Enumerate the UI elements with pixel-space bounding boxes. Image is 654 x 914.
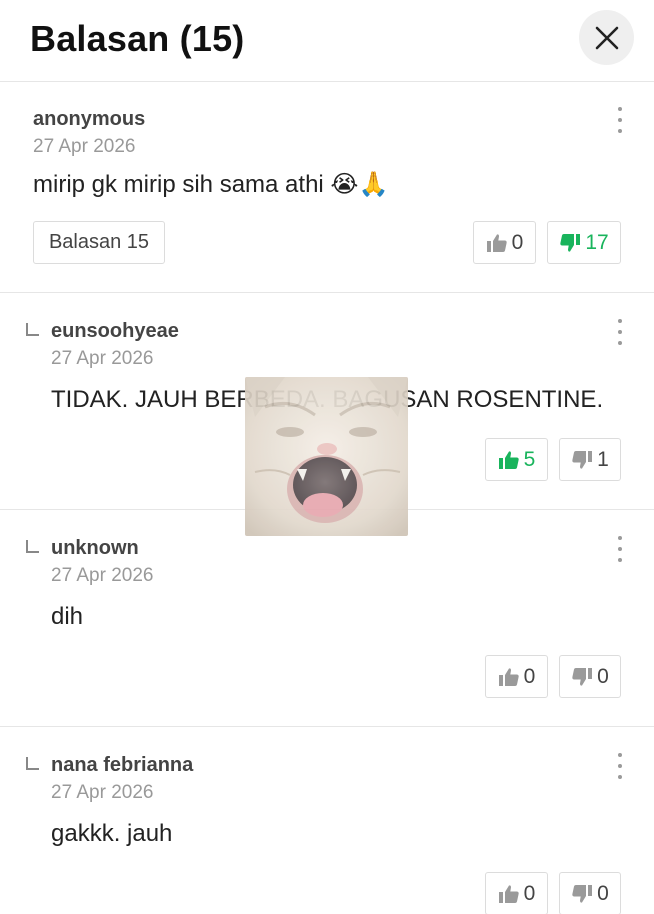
comment-date: 27 Apr 2026 <box>51 348 154 369</box>
comment-text: dih <box>51 603 84 630</box>
dislike-button[interactable]: 17 <box>547 221 621 264</box>
comment-username[interactable]: eunsoohyeae <box>51 320 179 343</box>
more-options-icon[interactable] <box>612 317 628 347</box>
like-count: 0 <box>523 664 536 688</box>
thumbs-up-icon <box>498 884 519 903</box>
comment-text: gakkk. jauh <box>51 820 173 847</box>
reply-item: unknown 27 Apr 2026 dih 0 0 <box>0 510 654 727</box>
dislike-count: 0 <box>597 881 609 905</box>
reply-corner-icon <box>26 757 39 770</box>
comment-date: 27 Apr 2026 <box>51 782 154 803</box>
close-icon <box>595 26 618 49</box>
reply-corner-icon <box>26 323 39 336</box>
thumbs-down-icon <box>572 450 593 469</box>
reply-item: nana febrianna 27 Apr 2026 gakkk. jauh 0… <box>0 727 654 914</box>
dislike-count: 0 <box>597 664 609 688</box>
comment-date: 27 Apr 2026 <box>33 136 136 157</box>
dislike-button[interactable]: 0 <box>559 655 621 698</box>
thumbs-up-icon <box>486 233 507 252</box>
like-button[interactable]: 0 <box>485 655 548 698</box>
comment-item: anonymous 27 Apr 2026 mirip gk mirip sih… <box>0 82 654 293</box>
thumbs-up-icon <box>498 667 519 686</box>
more-options-icon[interactable] <box>612 751 628 781</box>
replies-button[interactable]: Balasan 15 <box>33 221 165 264</box>
thumbs-down-icon <box>572 667 593 686</box>
like-button[interactable]: 0 <box>473 221 536 264</box>
page-title: Balasan (15) <box>30 18 245 59</box>
comment-username[interactable]: nana febrianna <box>51 754 193 777</box>
more-options-icon[interactable] <box>612 534 628 564</box>
thumbs-up-icon <box>498 450 519 469</box>
dislike-count: 1 <box>597 447 609 471</box>
close-button[interactable] <box>579 10 634 65</box>
like-button[interactable]: 5 <box>485 438 548 481</box>
reply-corner-icon <box>26 540 39 553</box>
comment-text: mirip gk mirip sih sama athi 😭🙏 <box>33 171 389 198</box>
comment-username[interactable]: anonymous <box>33 108 145 131</box>
comment-username[interactable]: unknown <box>51 537 139 560</box>
thumbs-down-icon <box>560 233 581 252</box>
dislike-button[interactable]: 1 <box>559 438 621 481</box>
like-count: 0 <box>523 881 536 905</box>
dislike-button[interactable]: 0 <box>559 872 621 914</box>
thumbs-down-icon <box>572 884 593 903</box>
cat-sticker-image <box>245 377 408 536</box>
like-count: 5 <box>523 447 536 471</box>
comment-date: 27 Apr 2026 <box>51 565 154 586</box>
dislike-count: 17 <box>585 230 609 254</box>
more-options-icon[interactable] <box>612 105 628 135</box>
like-button[interactable]: 0 <box>485 872 548 914</box>
sheet-header: Balasan (15) <box>0 0 654 82</box>
like-count: 0 <box>511 230 524 254</box>
